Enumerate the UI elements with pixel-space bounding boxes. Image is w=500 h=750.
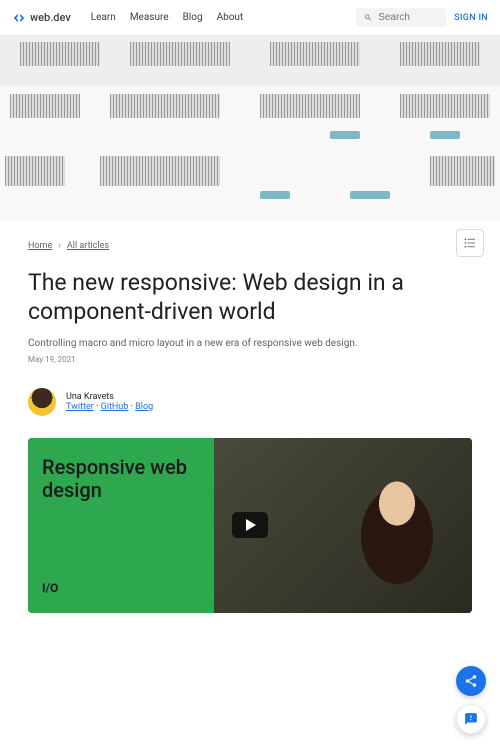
author-block: Una Kravets Twitter · GitHub · Blog xyxy=(28,388,472,416)
primary-nav: Learn Measure Blog About xyxy=(91,12,243,23)
author-avatar[interactable] xyxy=(28,388,56,416)
search-input[interactable] xyxy=(378,12,438,23)
article-content: Home › All articles The new responsive: … xyxy=(0,221,500,633)
author-links: Twitter · GitHub · Blog xyxy=(66,402,153,412)
webdev-logo-icon xyxy=(12,11,26,25)
video-title-panel: Responsive web design I/O xyxy=(28,438,214,613)
logo-text: web.dev xyxy=(30,11,71,24)
feedback-fab[interactable] xyxy=(456,704,486,734)
chevron-right-icon: › xyxy=(58,241,61,251)
video-title: Responsive web design xyxy=(42,456,200,502)
hero-image xyxy=(0,36,500,221)
feedback-icon xyxy=(464,712,478,726)
nav-measure[interactable]: Measure xyxy=(130,12,169,23)
author-github-link[interactable]: GitHub xyxy=(101,402,129,412)
share-icon xyxy=(464,674,478,688)
share-fab[interactable] xyxy=(456,666,486,696)
author-blog-link[interactable]: Blog xyxy=(135,402,153,412)
signin-button[interactable]: SIGN IN xyxy=(454,13,488,23)
breadcrumb-home[interactable]: Home xyxy=(28,241,52,251)
search-box[interactable] xyxy=(356,8,446,27)
author-name: Una Kravets xyxy=(66,392,153,402)
publish-date: May 19, 2021 xyxy=(28,355,472,364)
breadcrumb: Home › All articles xyxy=(28,241,472,251)
nav-blog[interactable]: Blog xyxy=(183,12,203,23)
page-subtitle: Controlling macro and micro layout in a … xyxy=(28,337,472,351)
play-button[interactable] xyxy=(232,512,268,538)
author-twitter-link[interactable]: Twitter xyxy=(66,402,94,412)
nav-about[interactable]: About xyxy=(217,12,244,23)
video-embed[interactable]: Responsive web design I/O xyxy=(28,438,472,613)
search-icon xyxy=(364,12,372,23)
page-title: The new responsive: Web design in a comp… xyxy=(28,269,472,327)
io-badge: I/O xyxy=(42,581,200,595)
breadcrumb-all-articles[interactable]: All articles xyxy=(67,241,109,251)
logo[interactable]: web.dev xyxy=(12,11,71,25)
toc-icon xyxy=(464,238,476,248)
site-header: web.dev Learn Measure Blog About SIGN IN xyxy=(0,0,500,36)
nav-learn[interactable]: Learn xyxy=(91,12,116,23)
toc-button[interactable] xyxy=(456,229,484,257)
